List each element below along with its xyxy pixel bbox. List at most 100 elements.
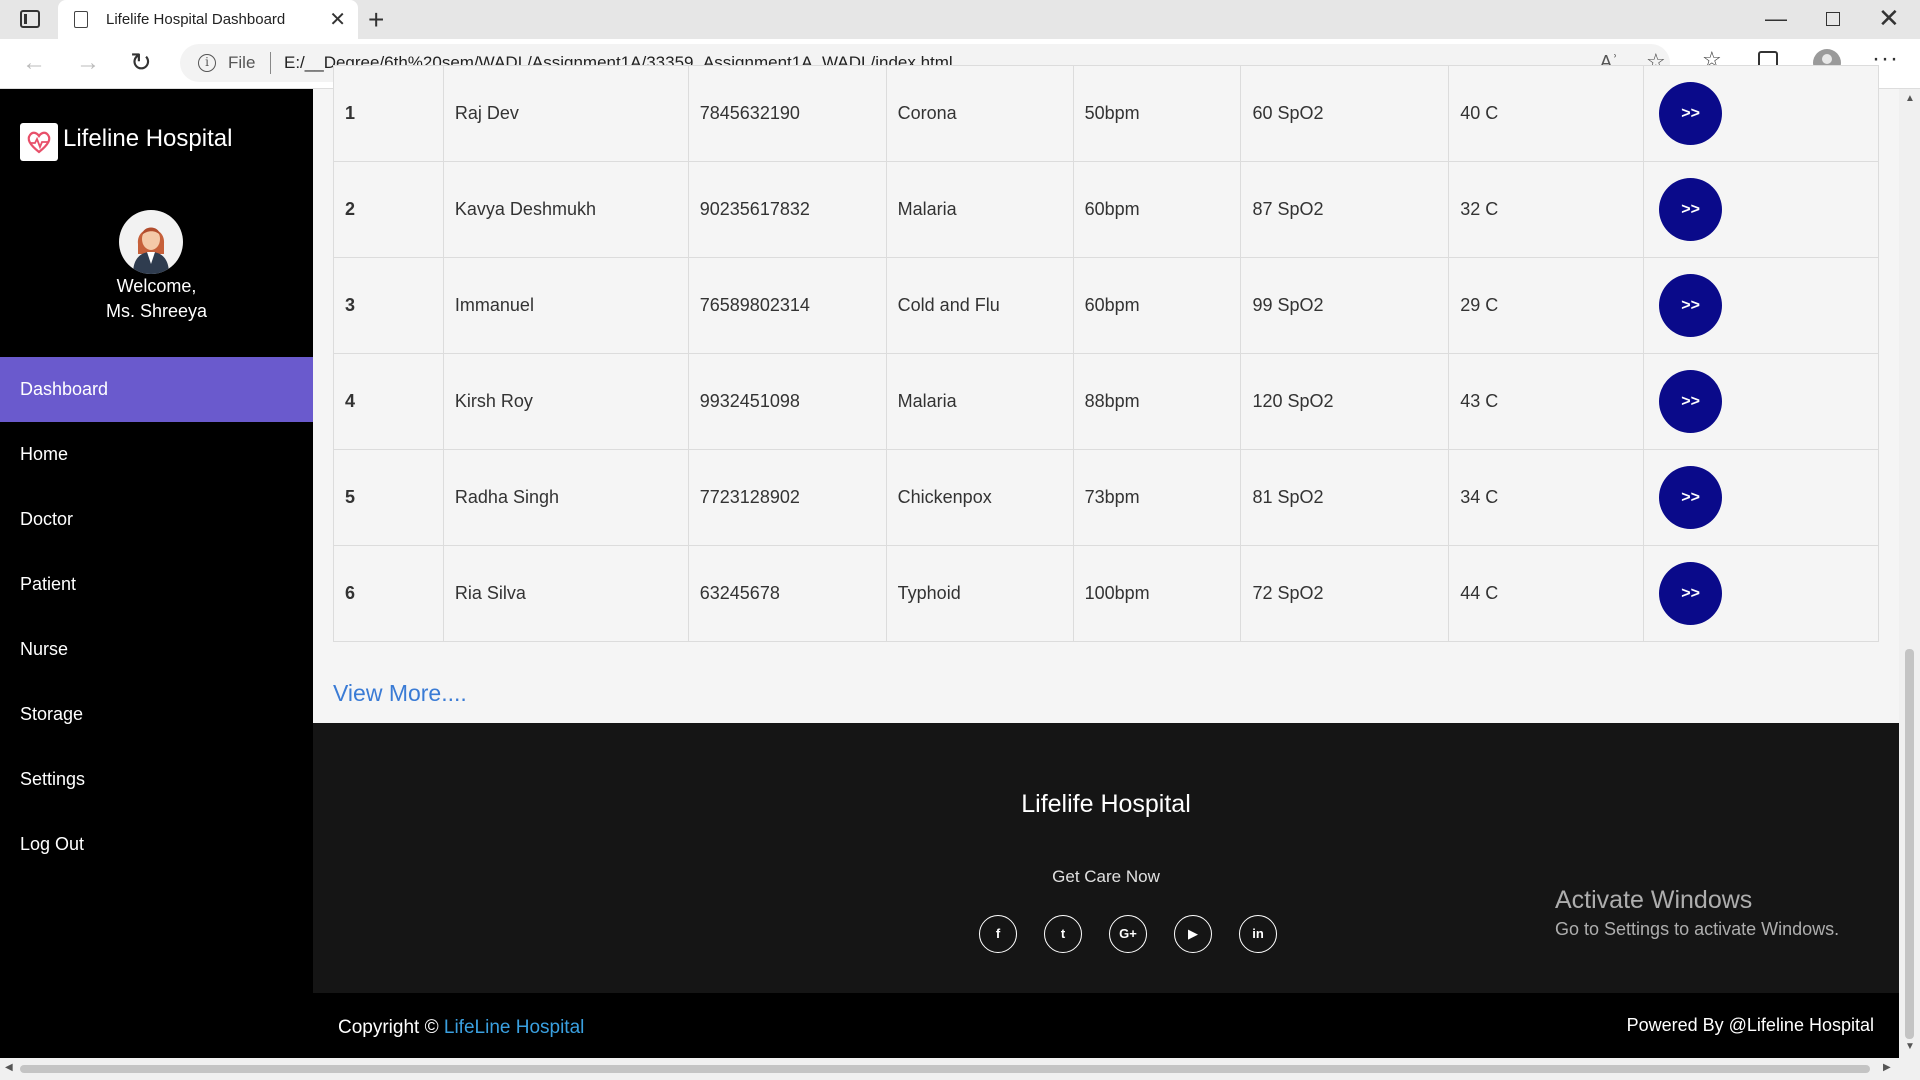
window-close-button[interactable]: ✕: [1878, 3, 1900, 34]
cell-phone: 7845632190: [687, 65, 887, 162]
cell-disease: Malaria: [885, 353, 1074, 450]
cell-temperature: 32 C: [1448, 161, 1645, 258]
cell-spo2: 60 SpO2: [1240, 65, 1450, 162]
patients-table: 1 Raj Dev 7845632190 Corona 50bpm 60 SpO…: [333, 65, 1879, 642]
footer-tagline: Get Care Now: [1052, 867, 1160, 886]
info-icon[interactable]: i: [198, 54, 216, 72]
google-plus-icon[interactable]: G+: [1109, 915, 1147, 953]
sidebar-item-dashboard[interactable]: Dashboard: [0, 357, 313, 422]
cell-action: >>: [1643, 353, 1879, 450]
view-patient-button[interactable]: >>: [1659, 274, 1723, 337]
copyright-prefix: Copyright ©: [338, 1017, 439, 1038]
cell-action: >>: [1643, 161, 1879, 258]
scroll-left-arrow-icon[interactable]: ◀: [5, 1062, 13, 1073]
welcome-user-name: Ms. Shreeya: [105, 301, 208, 321]
sidebar-item-settings[interactable]: Settings: [0, 747, 313, 812]
page-icon: [74, 11, 88, 28]
view-patient-button[interactable]: >>: [1659, 82, 1723, 145]
brand-name: Lifeline Hospital: [63, 125, 233, 152]
table-row: 2 Kavya Deshmukh 90235617832 Malaria 60b…: [333, 161, 1879, 258]
cell-number: 5: [333, 449, 444, 546]
cell-temperature: 40 C: [1448, 65, 1645, 162]
cell-pulse: 73bpm: [1072, 449, 1242, 546]
tab-close-icon[interactable]: ✕: [329, 7, 346, 32]
reload-icon[interactable]: ↻: [130, 47, 152, 78]
scroll-down-arrow-icon[interactable]: ▼: [1905, 1041, 1915, 1052]
cell-number: 6: [333, 545, 444, 642]
forward-arrow-icon[interactable]: →: [76, 49, 100, 77]
cell-action: >>: [1643, 65, 1879, 162]
cell-spo2: 87 SpO2: [1240, 161, 1450, 258]
activate-windows-watermark: Activate Windows Go to Settings to activ…: [1555, 886, 1895, 940]
cell-disease: Chickenpox: [885, 449, 1074, 546]
facebook-icon[interactable]: f: [979, 915, 1017, 953]
copyright-brand-link[interactable]: LifeLine Hospital: [444, 1017, 584, 1038]
cell-number: 1: [333, 65, 444, 162]
footer: Lifelife Hospital Get Care Now f t G+ ▶ …: [313, 723, 1899, 993]
cell-disease: Typhoid: [885, 545, 1074, 642]
maximize-button[interactable]: [1826, 12, 1840, 26]
scroll-right-arrow-icon[interactable]: ▶: [1883, 1062, 1891, 1073]
cell-action: >>: [1643, 545, 1879, 642]
back-arrow-icon[interactable]: ←: [22, 49, 46, 77]
new-tab-button[interactable]: +: [368, 4, 384, 36]
horizontal-scrollbar[interactable]: ◀ ▶: [0, 1058, 1920, 1080]
cell-spo2: 99 SpO2: [1240, 257, 1450, 354]
vertical-scrollbar[interactable]: ▲ ▼: [1899, 89, 1920, 1058]
horizontal-scroll-thumb[interactable]: [20, 1065, 1870, 1073]
cell-phone: 63245678: [687, 545, 887, 642]
cell-name: Kavya Deshmukh: [442, 161, 689, 258]
cell-phone: 9932451098: [687, 353, 887, 450]
powered-by-text: Powered By @Lifeline Hospital: [1626, 1015, 1874, 1035]
cell-temperature: 44 C: [1448, 545, 1645, 642]
sidebar-menu: Dashboard Home Doctor Patient Nurse Stor…: [0, 357, 313, 877]
vertical-scroll-thumb[interactable]: [1905, 649, 1914, 1039]
sidebar-item-doctor[interactable]: Doctor: [0, 487, 313, 552]
sidebar-item-home[interactable]: Home: [0, 422, 313, 487]
browser-tab[interactable]: Lifelife Hospital Dashboard ✕: [58, 0, 358, 39]
activate-windows-title: Activate Windows: [1555, 886, 1753, 914]
scroll-up-arrow-icon[interactable]: ▲: [1905, 93, 1915, 104]
view-patient-button[interactable]: >>: [1659, 370, 1723, 433]
cell-number: 3: [333, 257, 444, 354]
cell-phone: 90235617832: [687, 161, 887, 258]
cell-temperature: 34 C: [1448, 449, 1645, 546]
hospital-logo-icon: [20, 123, 58, 161]
minimize-button[interactable]: —: [1765, 6, 1787, 32]
sidebar-item-logout[interactable]: Log Out: [0, 812, 313, 877]
welcome-text: Welcome, Ms. Shreeya: [0, 274, 313, 324]
twitter-icon[interactable]: t: [1044, 915, 1082, 953]
cell-disease: Malaria: [885, 161, 1074, 258]
table-row: 3 Immanuel 76589802314 Cold and Flu 60bp…: [333, 257, 1879, 354]
cell-disease: Cold and Flu: [885, 257, 1074, 354]
view-more-link[interactable]: View More....: [333, 680, 467, 707]
sidebar: Lifeline Hospital Welcome, Ms. Shreeya D…: [0, 89, 313, 1058]
view-patient-button[interactable]: >>: [1659, 562, 1723, 625]
cell-phone: 76589802314: [687, 257, 887, 354]
view-patient-button[interactable]: >>: [1659, 466, 1723, 529]
table-row: 1 Raj Dev 7845632190 Corona 50bpm 60 SpO…: [333, 65, 1879, 162]
cell-action: >>: [1643, 257, 1879, 354]
address-separator: [270, 52, 271, 74]
activate-windows-subtitle: Go to Settings to activate Windows.: [1555, 919, 1840, 939]
sidebar-item-storage[interactable]: Storage: [0, 682, 313, 747]
browser-tab-bar: Lifelife Hospital Dashboard ✕ + — ✕: [0, 0, 1920, 39]
cell-temperature: 29 C: [1448, 257, 1645, 354]
view-patient-button[interactable]: >>: [1659, 178, 1723, 241]
cell-temperature: 43 C: [1448, 353, 1645, 450]
youtube-icon[interactable]: ▶: [1174, 915, 1212, 953]
tab-actions-icon[interactable]: [20, 10, 40, 28]
table-row: 5 Radha Singh 7723128902 Chickenpox 73bp…: [333, 449, 1879, 546]
welcome-greeting: Welcome,: [116, 276, 197, 296]
cell-phone: 7723128902: [687, 449, 887, 546]
user-avatar: [119, 210, 183, 274]
social-links: f t G+ ▶ in: [979, 915, 1277, 953]
cell-pulse: 88bpm: [1072, 353, 1242, 450]
sidebar-item-patient[interactable]: Patient: [0, 552, 313, 617]
cell-pulse: 100bpm: [1072, 545, 1242, 642]
cell-pulse: 60bpm: [1072, 257, 1242, 354]
cell-spo2: 81 SpO2: [1240, 449, 1450, 546]
copyright-bar: Copyright © LifeLine Hospital Powered By…: [313, 993, 1899, 1058]
linkedin-icon[interactable]: in: [1239, 915, 1277, 953]
sidebar-item-nurse[interactable]: Nurse: [0, 617, 313, 682]
